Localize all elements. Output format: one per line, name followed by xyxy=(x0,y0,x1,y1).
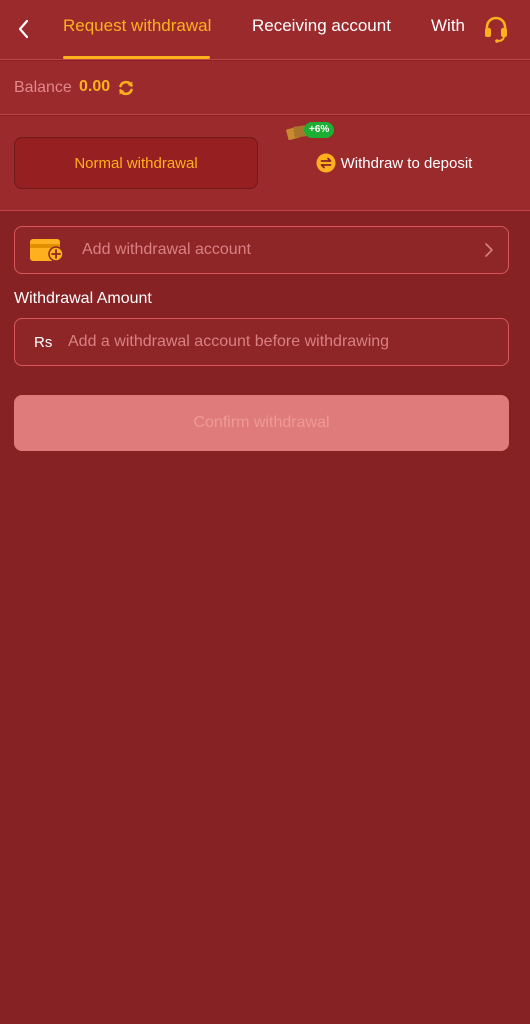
add-withdrawal-account-button[interactable]: Add withdrawal account xyxy=(14,226,509,274)
top-tab-bar: Request withdrawal Receiving account Wit… xyxy=(0,0,530,60)
withdrawal-amount-label: Withdrawal Amount xyxy=(14,290,152,307)
balance-value: 0.00 xyxy=(79,78,111,95)
tab-receiving-account[interactable]: Receiving account xyxy=(252,16,391,36)
withdrawal-amount-input[interactable] xyxy=(68,327,498,357)
withdrawal-amount-field: Rs xyxy=(14,318,509,366)
confirm-withdrawal-button[interactable]: Confirm withdrawal xyxy=(14,395,509,451)
withdrawal-method-row: Normal withdrawal +6% Withdraw to deposi… xyxy=(0,116,530,211)
chevron-left-icon xyxy=(18,19,29,39)
balance-row: Balance 0.00 xyxy=(0,61,530,115)
chevron-right-icon xyxy=(485,243,493,257)
add-withdrawal-account-label: Add withdrawal account xyxy=(82,241,251,258)
refresh-icon[interactable] xyxy=(117,79,135,97)
swap-icon xyxy=(316,153,336,173)
back-button[interactable] xyxy=(10,14,36,44)
wallet-add-icon xyxy=(30,239,64,262)
currency-symbol: Rs xyxy=(34,334,53,351)
withdrawal-page: Request withdrawal Receiving account Wit… xyxy=(0,0,530,1024)
bonus-badge: +6% xyxy=(304,122,335,138)
balance-label: Balance xyxy=(14,79,72,96)
withdraw-to-deposit-option[interactable]: Withdraw to deposit xyxy=(272,137,516,189)
active-tab-indicator xyxy=(63,56,210,59)
normal-withdrawal-label: Normal withdrawal xyxy=(74,154,198,172)
normal-withdrawal-option[interactable]: Normal withdrawal xyxy=(14,137,258,189)
withdraw-to-deposit-label: Withdraw to deposit xyxy=(340,154,473,172)
tab-withdrawal-history[interactable]: With xyxy=(431,16,465,36)
headset-icon xyxy=(485,16,507,43)
tab-request-withdrawal[interactable]: Request withdrawal xyxy=(63,16,211,36)
customer-support-button[interactable] xyxy=(478,10,514,46)
